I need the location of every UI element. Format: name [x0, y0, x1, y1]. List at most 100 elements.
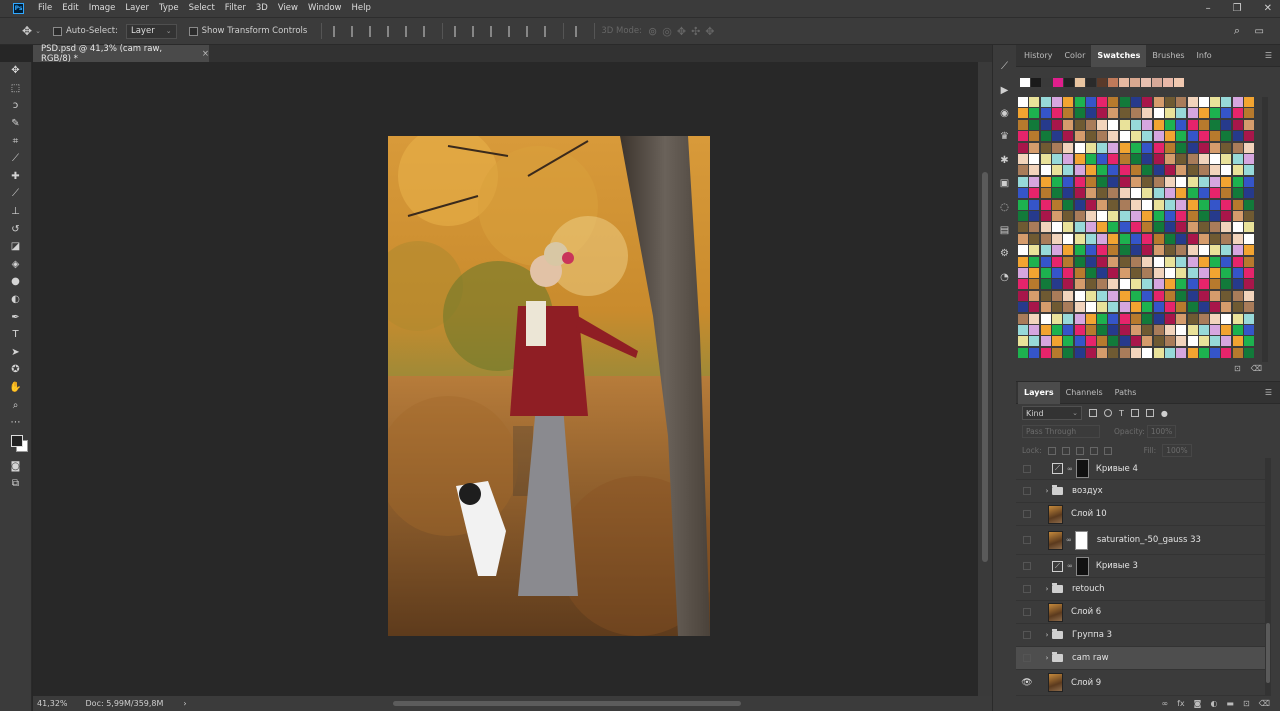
swatch[interactable] [1176, 131, 1187, 142]
swatch[interactable] [1085, 279, 1096, 290]
swatch[interactable] [1051, 279, 1062, 290]
swatch[interactable] [1063, 176, 1074, 187]
delete-swatch-icon[interactable]: ⌫ [1251, 364, 1262, 378]
tab-brushes[interactable]: Brushes [1146, 45, 1190, 67]
swatch[interactable] [1187, 199, 1198, 210]
swatch[interactable] [1164, 347, 1175, 358]
swatch[interactable] [1051, 188, 1062, 199]
menu-image[interactable]: Image [84, 0, 121, 17]
swatch[interactable] [1142, 347, 1153, 358]
align-bottom-icon[interactable] [369, 25, 377, 37]
swatch[interactable] [1040, 131, 1051, 142]
swatch[interactable] [1119, 108, 1130, 119]
swatch[interactable] [1232, 268, 1243, 278]
new-group-icon[interactable]: ▬ [1226, 699, 1234, 708]
swatch[interactable] [1119, 199, 1130, 210]
swatch[interactable] [1051, 256, 1062, 267]
swatch[interactable] [1131, 165, 1141, 176]
swatch[interactable] [1085, 233, 1096, 244]
swatch[interactable] [1018, 290, 1028, 301]
link-layers-icon[interactable]: ∞ [1161, 699, 1168, 708]
align-right-icon[interactable] [423, 25, 431, 37]
swatch[interactable] [1142, 131, 1153, 142]
swatch[interactable] [1029, 165, 1040, 176]
swatch[interactable] [1119, 78, 1129, 87]
swatch[interactable] [1085, 165, 1096, 176]
swatch[interactable] [1142, 199, 1153, 210]
swatch[interactable] [1074, 336, 1085, 347]
tab-color[interactable]: Color [1058, 45, 1091, 67]
swatch[interactable] [1051, 347, 1062, 358]
layer-thumbnail[interactable] [1048, 504, 1063, 524]
swatch[interactable] [1040, 336, 1051, 347]
swatch[interactable] [1097, 313, 1108, 324]
swatch[interactable] [1040, 154, 1051, 164]
healing-tool-icon[interactable]: ✚ [0, 168, 31, 186]
swatch[interactable] [1097, 78, 1107, 87]
swatch[interactable] [1187, 131, 1198, 142]
swatch[interactable] [1232, 165, 1243, 176]
swatch[interactable] [1142, 245, 1153, 256]
swatch[interactable] [1063, 211, 1074, 221]
swatch[interactable] [1119, 325, 1130, 335]
layer-row[interactable]: Слой 6 [1016, 601, 1265, 624]
glyphs-icon[interactable]: ✱ [993, 149, 1016, 172]
swatch[interactable] [1221, 245, 1232, 256]
swatch[interactable] [1063, 347, 1074, 358]
swatch[interactable] [1108, 199, 1119, 210]
expand-arrow-icon[interactable]: › [1042, 585, 1052, 593]
swatch[interactable] [1074, 108, 1085, 119]
swatch[interactable] [1210, 97, 1221, 107]
swatch[interactable] [1018, 325, 1028, 335]
swatch[interactable] [1085, 199, 1096, 210]
layer-thumbnail[interactable] [1048, 602, 1063, 622]
swatch[interactable] [1051, 131, 1062, 142]
swatch[interactable] [1097, 290, 1108, 301]
swatch[interactable] [1232, 199, 1243, 210]
menu-help[interactable]: Help [347, 0, 376, 17]
align-vcenter-icon[interactable] [351, 25, 359, 37]
swatch[interactable] [1187, 211, 1198, 221]
brush-tool-icon[interactable]: ⟋ [0, 185, 31, 203]
swatch[interactable] [1108, 268, 1119, 278]
swatch[interactable] [1029, 347, 1040, 358]
swatch[interactable] [1018, 142, 1028, 153]
swatch[interactable] [1108, 78, 1118, 87]
swatch[interactable] [1119, 302, 1130, 313]
swatch[interactable] [1210, 268, 1221, 278]
close-window-button[interactable]: ✕ [1264, 3, 1272, 14]
swatch[interactable] [1153, 268, 1164, 278]
swatch[interactable] [1198, 119, 1209, 130]
visibility-toggle[interactable] [1016, 654, 1038, 662]
swatch[interactable] [1040, 233, 1051, 244]
swatch[interactable] [1131, 119, 1141, 130]
swatch[interactable] [1221, 290, 1232, 301]
swatch[interactable] [1108, 233, 1119, 244]
swatch[interactable] [1097, 142, 1108, 153]
swatch[interactable] [1097, 176, 1108, 187]
swatch[interactable] [1085, 108, 1096, 119]
swatch[interactable] [1153, 165, 1164, 176]
lock-position-icon[interactable] [1075, 446, 1084, 455]
swatch[interactable] [1051, 233, 1062, 244]
expand-arrow-icon[interactable]: › [1042, 654, 1052, 662]
swatch[interactable] [1040, 325, 1051, 335]
swatch[interactable] [1119, 176, 1130, 187]
smart-object-filter-icon[interactable] [1145, 409, 1154, 417]
swatch[interactable] [1210, 290, 1221, 301]
swatch[interactable] [1018, 302, 1028, 313]
distribute-right-icon[interactable] [544, 25, 552, 37]
tool-preset-caret-icon[interactable]: ⌄ [35, 27, 41, 35]
swatch[interactable] [1051, 119, 1062, 130]
swatch[interactable] [1029, 97, 1040, 107]
swatch[interactable] [1187, 119, 1198, 130]
shape-filter-icon[interactable] [1130, 409, 1139, 417]
swatch[interactable] [1176, 268, 1187, 278]
swatch[interactable] [1198, 222, 1209, 233]
visibility-toggle[interactable] [1016, 631, 1038, 639]
swatches-grid[interactable] [1018, 97, 1256, 360]
swatch[interactable] [1164, 290, 1175, 301]
swatch[interactable] [1198, 290, 1209, 301]
swatch[interactable] [1142, 336, 1153, 347]
swatch[interactable] [1119, 279, 1130, 290]
